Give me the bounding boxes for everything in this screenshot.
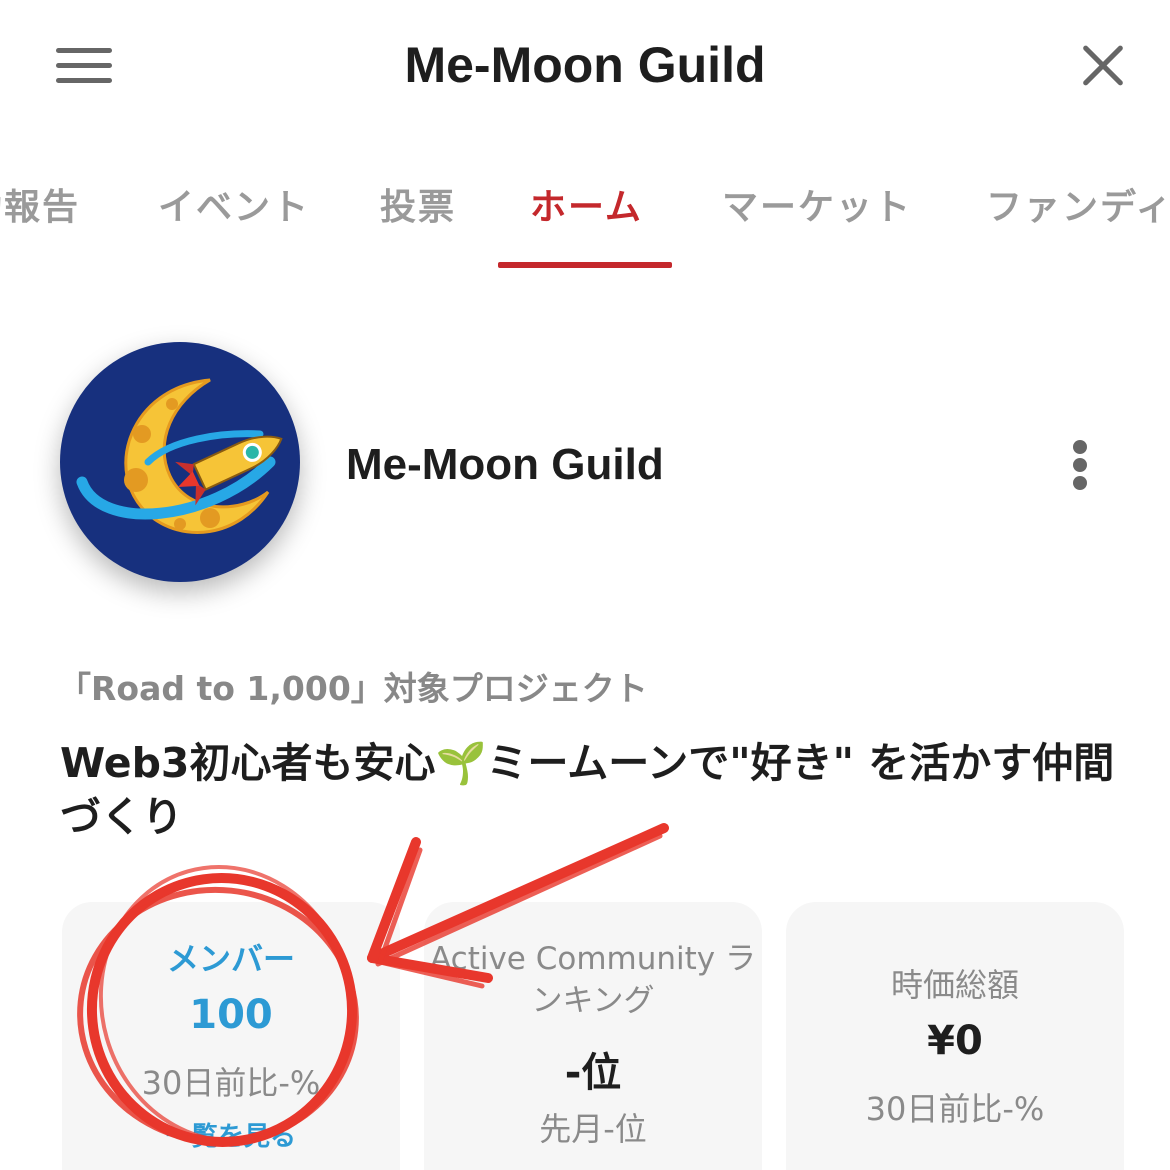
tab-events[interactable]: イベント xyxy=(158,178,310,230)
moon-rocket-logo xyxy=(76,378,283,534)
tab-funding[interactable]: ファンディング xyxy=(986,178,1170,230)
guild-name: Me-Moon Guild xyxy=(346,440,664,489)
tab-activity-report[interactable]: 活動報告 xyxy=(0,178,80,230)
more-vertical-icon[interactable] xyxy=(1068,440,1092,490)
market-cap-card: 時価総額 ¥0 30日前比-% xyxy=(786,902,1124,1170)
members-card[interactable]: メンバー 100 30日前比-% 一覧を見る xyxy=(62,902,400,1170)
project-label: 「Road to 1,000」対象プロジェクト xyxy=(58,669,648,708)
tab-voting[interactable]: 投票 xyxy=(380,178,456,230)
ranking-card: Active Community ランキング -位 先月-位 xyxy=(424,902,762,1170)
members-count: 100 xyxy=(189,992,273,1038)
market-cap-change: 30日前比-% xyxy=(865,1090,1045,1128)
guild-avatar[interactable] xyxy=(60,342,300,582)
ranking-value: -位 xyxy=(564,1050,622,1096)
tab-market[interactable]: マーケット xyxy=(722,178,912,230)
members-label: メンバー xyxy=(166,940,295,978)
members-change: 30日前比-% xyxy=(141,1064,321,1102)
ranking-label: Active Community ランキング xyxy=(429,941,756,1019)
guild-home-screen: Me-Moon Guild 活動報告 イベント 投票 ホーム マーケット ファン… xyxy=(0,0,1170,1170)
ranking-last-month: 先月-位 xyxy=(539,1110,647,1148)
top-bar: Me-Moon Guild xyxy=(0,0,1170,130)
market-cap-label: 時価総額 xyxy=(890,966,1019,1004)
tab-home[interactable]: ホーム xyxy=(530,178,643,230)
guild-description: Web3初心者も安心🌱ミームーンで"好き" を活かす仲間づくり xyxy=(60,739,1115,841)
tab-bar: 活動報告 イベント 投票 ホーム マーケット ファンディング xyxy=(0,170,1170,270)
page-title: Me-Moon Guild xyxy=(404,37,766,93)
view-members-link[interactable]: 一覧を見る xyxy=(62,1116,400,1153)
market-cap-value: ¥0 xyxy=(927,1018,983,1064)
active-tab-indicator xyxy=(498,262,672,268)
close-icon[interactable] xyxy=(1080,42,1126,88)
